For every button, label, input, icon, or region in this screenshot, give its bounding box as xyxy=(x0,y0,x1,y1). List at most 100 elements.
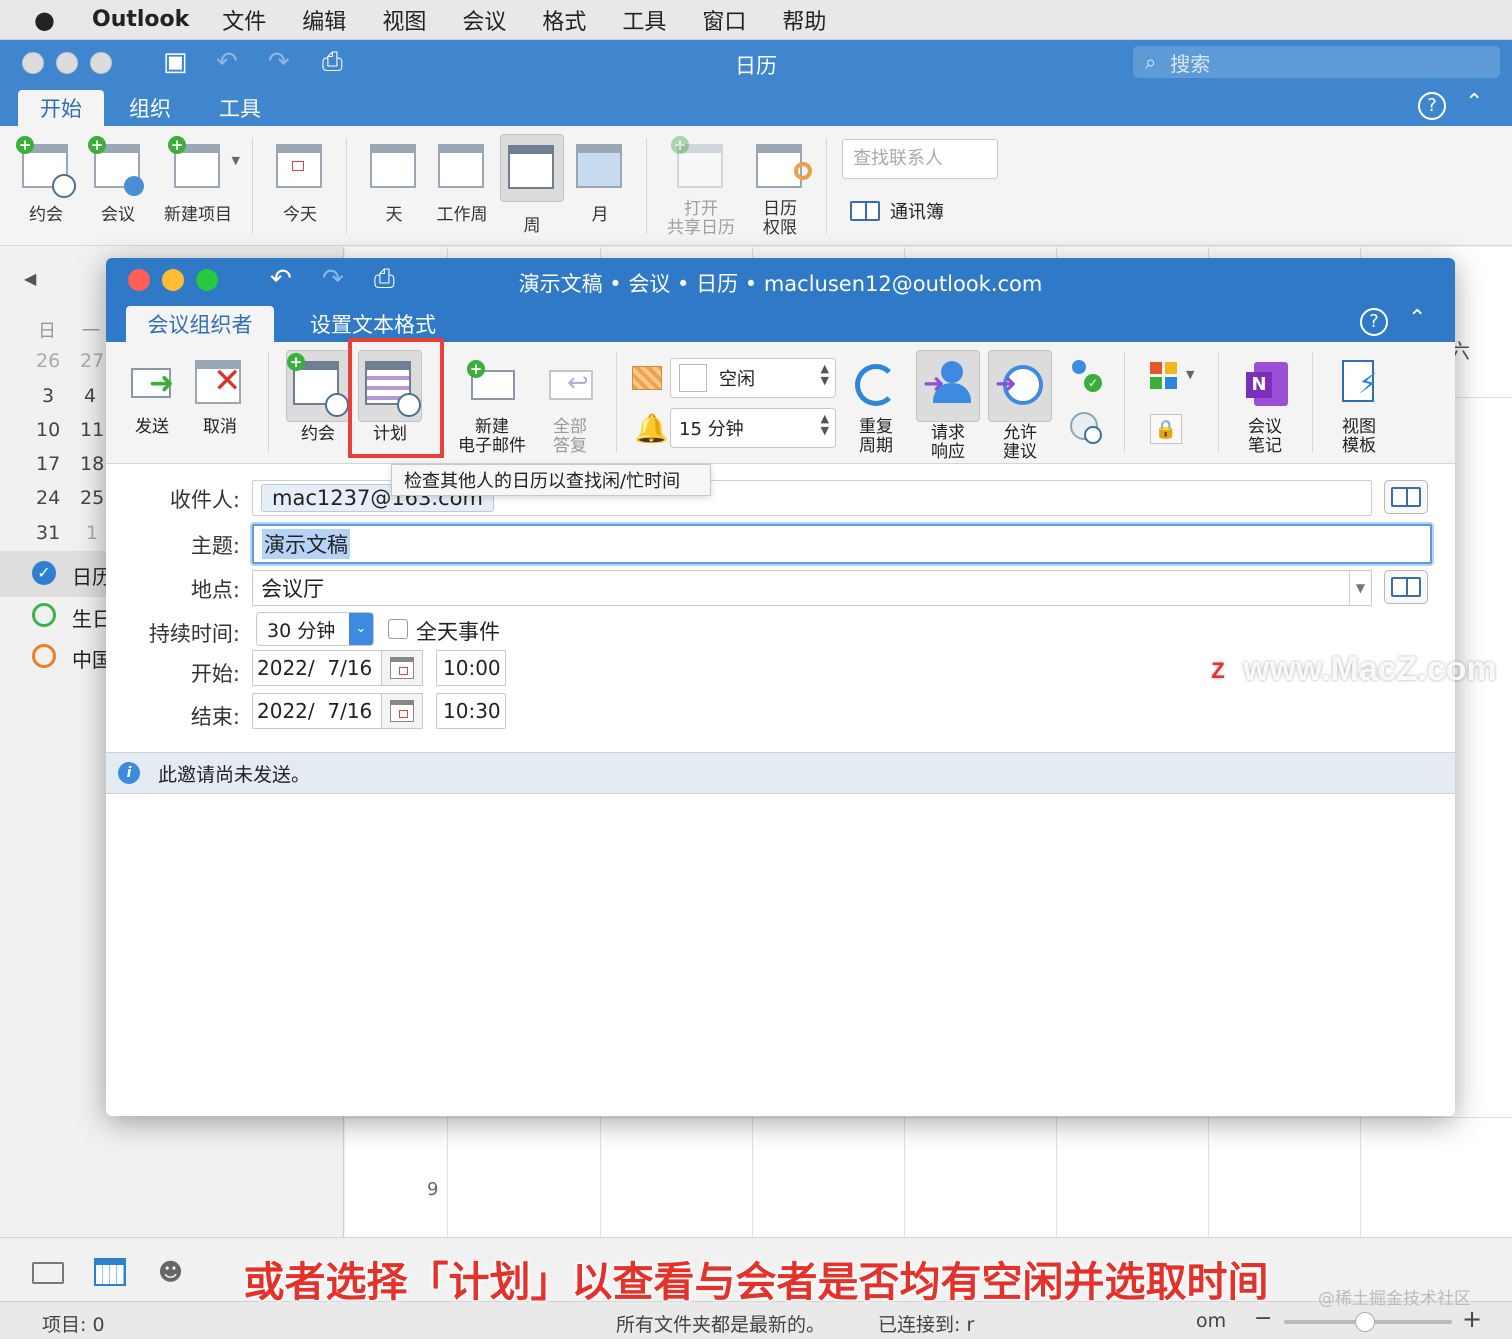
new-meeting-button[interactable]: + 会议 xyxy=(88,136,146,225)
mini-cal-day[interactable]: 24 xyxy=(36,487,60,509)
apple-logo-icon[interactable]: ● xyxy=(34,6,64,34)
stepper-arrows-icon: ▲ ▼ xyxy=(820,362,829,387)
duration-select[interactable]: 30 分钟 ⌄ xyxy=(256,612,374,646)
allow-new-time-proposals-button[interactable]: ➜ xyxy=(988,350,1052,422)
tab-tools[interactable]: 工具 xyxy=(200,90,280,126)
menu-tools[interactable]: 工具 xyxy=(622,4,666,36)
mini-cal-day[interactable]: 1 xyxy=(86,522,98,544)
calendar-icon xyxy=(390,700,414,722)
mini-cal-day[interactable]: 31 xyxy=(36,522,60,544)
end-date-picker-button[interactable] xyxy=(381,693,423,729)
mac-menubar: ● Outlook 文件 编辑 视图 会议 格式 工具 窗口 帮助 xyxy=(0,0,1512,40)
zoom-out-icon[interactable]: − xyxy=(1254,1306,1272,1331)
cancel-meeting-button[interactable]: ✕ 取消 xyxy=(192,360,248,437)
onenote-icon: N xyxy=(1240,360,1290,410)
chevron-down-icon[interactable]: ⌄ xyxy=(349,613,373,645)
menu-meeting[interactable]: 会议 xyxy=(462,4,506,36)
template-lightning-icon: ⚡ xyxy=(1334,360,1384,410)
tab-home[interactable]: 开始 xyxy=(18,90,104,126)
mini-cal-day[interactable]: 3 xyxy=(42,385,54,407)
items-count: 项目: 0 xyxy=(42,1314,105,1336)
tab-organize[interactable]: 组织 xyxy=(110,90,190,126)
start-date-picker-button[interactable] xyxy=(381,650,423,686)
private-lock-icon[interactable]: 🔒 xyxy=(1150,414,1182,444)
time-zone-icon[interactable] xyxy=(1068,410,1104,446)
mini-cal-day[interactable]: 10 xyxy=(36,419,60,441)
new-appointment-button[interactable]: + 约会 xyxy=(16,136,76,225)
start-date-field[interactable]: 2022/ 7/16 xyxy=(252,650,382,686)
calendar-permissions-button[interactable]: 日历 权限 xyxy=(752,144,812,238)
birthday-calendar-circle-icon[interactable] xyxy=(32,603,56,627)
reply-all-button[interactable]: ↩ 全部 答复 xyxy=(540,360,600,456)
zoom-slider-handle[interactable] xyxy=(1355,1312,1375,1332)
weekday-sun: 日 xyxy=(38,321,56,342)
dialog-collapse-ribbon-icon[interactable]: ⌃ xyxy=(1408,306,1426,331)
view-work-week-button[interactable]: 工作周 xyxy=(430,144,494,225)
menu-view[interactable]: 视图 xyxy=(382,4,426,36)
calendar-person-icon: + xyxy=(88,136,144,196)
end-time-field[interactable]: 10:30 xyxy=(436,693,506,729)
reminder-select[interactable]: 15 分钟 ▲ ▼ xyxy=(670,408,836,448)
meeting-notes-button[interactable]: N 会议 笔记 xyxy=(1234,360,1296,456)
meeting-body-editor[interactable] xyxy=(106,794,1455,1116)
prev-month-arrow-icon[interactable]: ◀ xyxy=(24,269,36,288)
calendar-key-icon xyxy=(756,144,812,192)
recurrence-button[interactable]: 重复 周期 xyxy=(848,360,904,456)
start-time-field[interactable]: 10:00 xyxy=(436,650,506,686)
weekday-mon: 一 xyxy=(82,321,100,342)
show-as-select[interactable]: 空闲 ▲ ▼ xyxy=(670,358,836,398)
send-button[interactable]: ➜ 发送 xyxy=(124,360,180,437)
address-book-icon xyxy=(850,201,880,221)
subject-field[interactable]: 演示文稿 xyxy=(252,524,1432,564)
appointment-view-button[interactable]: + 约会 xyxy=(286,350,350,444)
view-week-button[interactable]: 周 xyxy=(500,134,564,236)
mini-cal-day[interactable]: 11 xyxy=(80,419,104,441)
view-day-button[interactable]: 天 xyxy=(366,144,422,225)
search-input[interactable]: ⌕ 搜索 xyxy=(1133,46,1500,78)
calendar-checked-icon[interactable]: ✓ xyxy=(32,561,56,585)
open-shared-calendar-button[interactable]: + 打开 共享日历 xyxy=(664,136,738,238)
all-day-checkbox[interactable] xyxy=(388,619,408,639)
mini-cal-day[interactable]: 26 xyxy=(36,350,60,372)
tab-format-text[interactable]: 设置文本格式 xyxy=(292,306,454,342)
info-bar: i 此邀请尚未发送。 xyxy=(106,752,1455,794)
location-address-book-button[interactable] xyxy=(1384,570,1428,604)
menu-help[interactable]: 帮助 xyxy=(782,4,826,36)
end-date-field[interactable]: 2022/ 7/16 xyxy=(252,693,382,729)
menu-window[interactable]: 窗口 xyxy=(702,4,746,36)
dialog-help-icon[interactable]: ? xyxy=(1360,308,1388,336)
request-responses-button[interactable]: ➜ xyxy=(916,350,980,422)
location-dropdown-icon[interactable]: ▼ xyxy=(1349,571,1371,605)
location-field[interactable]: 会议厅 ▼ xyxy=(252,570,1372,606)
new-email-button[interactable]: + 新建 电子邮件 xyxy=(452,360,532,456)
menu-file[interactable]: 文件 xyxy=(222,4,266,36)
mini-cal-day[interactable]: 17 xyxy=(36,453,60,475)
categorize-icon[interactable]: ▼ xyxy=(1150,362,1194,392)
address-book-button[interactable]: 通讯簿 xyxy=(850,198,944,224)
mini-cal-day[interactable]: 25 xyxy=(80,487,104,509)
collapse-ribbon-icon[interactable]: ⌃ xyxy=(1465,90,1483,115)
all-day-label: 全天事件 xyxy=(416,620,500,644)
new-item-icon: + ▼ xyxy=(168,136,240,192)
menu-edit[interactable]: 编辑 xyxy=(302,4,346,36)
today-button[interactable]: 今天 xyxy=(272,144,328,225)
find-contact-input[interactable]: 查找联系人 xyxy=(842,139,998,179)
info-message: 此邀请尚未发送。 xyxy=(158,763,311,786)
schedule-tooltip: 检查其他人的日历以查找闲/忙时间 xyxy=(391,464,711,496)
zoom-in-icon[interactable]: + xyxy=(1462,1305,1482,1333)
mini-cal-day[interactable]: 4 xyxy=(84,385,96,407)
watermark-logo: Z xyxy=(1203,656,1233,687)
tab-meeting-organizer[interactable]: 会议组织者 xyxy=(126,306,274,342)
to-address-book-button[interactable] xyxy=(1384,480,1428,514)
mini-cal-day[interactable]: 18 xyxy=(80,453,104,475)
attendee-check-icon[interactable]: ✓ xyxy=(1068,360,1104,396)
view-templates-button[interactable]: ⚡ 视图 模板 xyxy=(1328,360,1390,456)
menu-format[interactable]: 格式 xyxy=(542,4,586,36)
mini-cal-day[interactable]: 27 xyxy=(80,350,104,372)
holiday-calendar-circle-icon[interactable] xyxy=(32,644,56,668)
subject-text: 演示文稿 xyxy=(262,529,350,559)
menu-app-outlook[interactable]: Outlook xyxy=(92,7,189,32)
new-item-button[interactable]: + ▼ 新建项目 xyxy=(160,136,240,225)
view-month-button[interactable]: 月 xyxy=(572,144,628,225)
help-icon[interactable]: ? xyxy=(1418,92,1446,120)
